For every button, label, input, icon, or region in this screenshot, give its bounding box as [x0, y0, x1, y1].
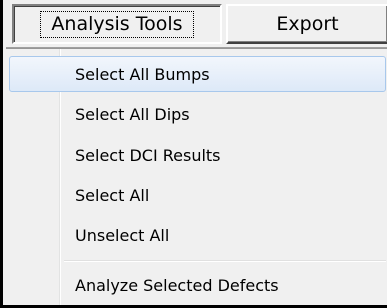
- menu-item-label: Select All: [75, 185, 150, 205]
- menu-item-label: Select DCI Results: [75, 145, 221, 165]
- menu-item-label: Analyze Selected Defects: [75, 275, 279, 295]
- menu-item-select-all-bumps[interactable]: Select All Bumps: [9, 56, 386, 92]
- menu-item-unselect-all[interactable]: Unselect All: [9, 217, 386, 253]
- menu-bar: Analysis Tools Export: [6, 0, 387, 48]
- menu-analysis-tools-label: Analysis Tools: [40, 10, 194, 38]
- menu-item-select-all-dips[interactable]: Select All Dips: [9, 96, 386, 132]
- menu-item-analyze-selected-defects[interactable]: Analyze Selected Defects: [9, 267, 386, 303]
- menu-separator: [64, 260, 386, 262]
- menu-export[interactable]: Export: [226, 4, 387, 44]
- menu-item-select-dci-results[interactable]: Select DCI Results: [9, 137, 386, 173]
- menu-export-label: Export: [276, 13, 339, 35]
- menu-item-select-all[interactable]: Select All: [9, 177, 386, 213]
- menu-analysis-tools[interactable]: Analysis Tools: [12, 4, 222, 44]
- window-frame: Analysis Tools Export Select All Bumps S…: [0, 0, 387, 308]
- analysis-tools-dropdown: Select All Bumps Select All Dips Select …: [6, 48, 387, 305]
- menu-item-label: Select All Bumps: [75, 64, 210, 84]
- menu-item-label: Unselect All: [75, 225, 170, 245]
- menu-item-label: Select All Dips: [75, 104, 190, 124]
